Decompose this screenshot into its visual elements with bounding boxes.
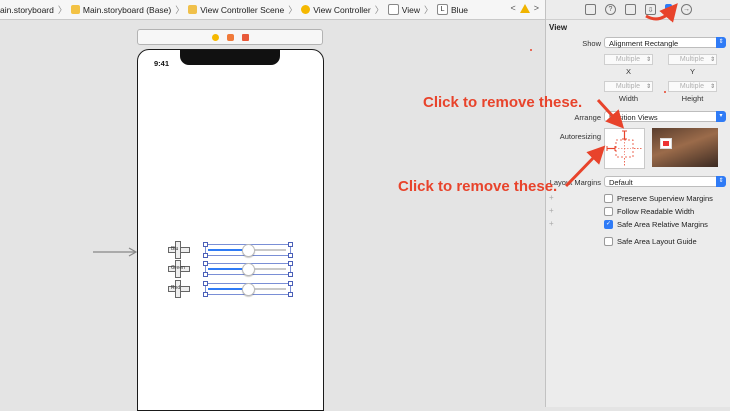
annotation-arrows [564,3,678,188]
arrow-to-top-strut [596,98,625,129]
red-dot [530,49,532,51]
red-dot [664,91,666,93]
arrow-to-size-tab [645,3,678,23]
arrow-to-left-strut [564,145,606,188]
